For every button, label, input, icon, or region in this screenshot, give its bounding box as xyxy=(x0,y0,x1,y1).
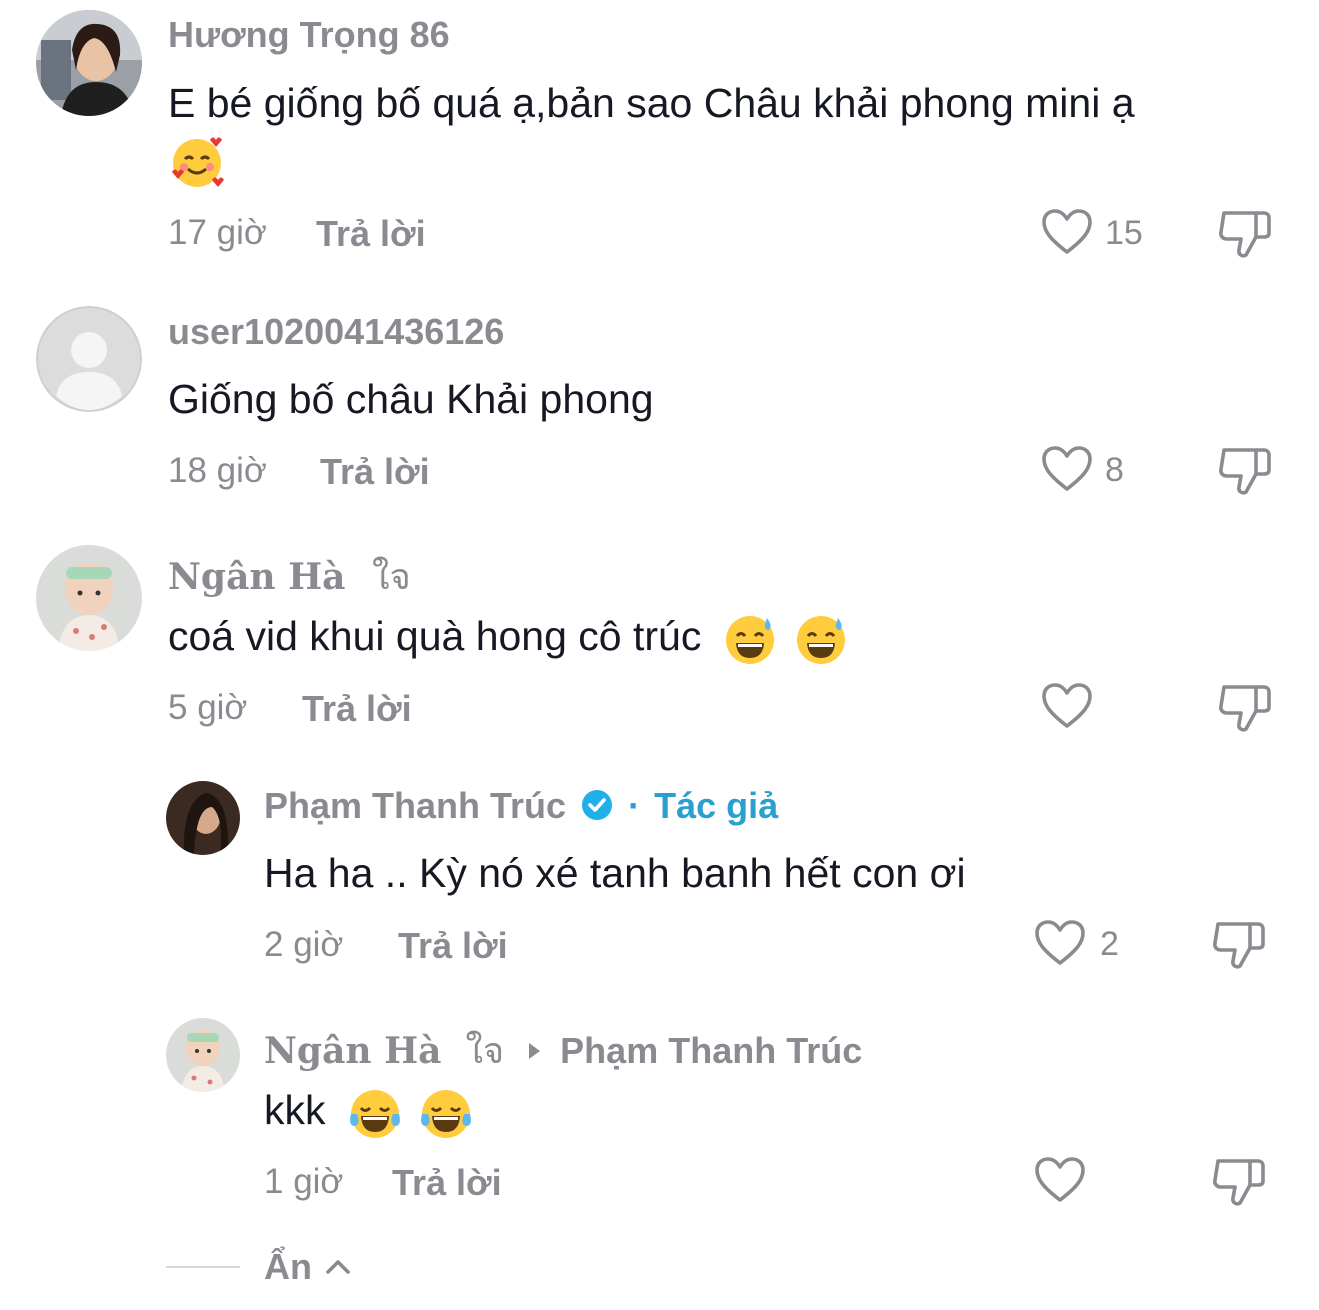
avatar[interactable] xyxy=(36,10,142,116)
dislike-icon xyxy=(1213,922,1265,969)
dislike-icon xyxy=(1219,211,1271,258)
hide-replies-button[interactable]: Ẩn xyxy=(264,1246,352,1288)
reply-time: 1 giờ xyxy=(264,1162,344,1201)
avatar-photo xyxy=(166,1018,240,1092)
reply-text: kkk xyxy=(264,1085,474,1140)
username-suffix: ใจ xyxy=(372,557,411,598)
username-suffix: ใจ xyxy=(465,1031,505,1072)
like-button[interactable] xyxy=(1040,681,1094,736)
comment-username[interactable]: user1020041436126 xyxy=(168,311,504,353)
separator-dot: · xyxy=(628,785,641,826)
dislike-button[interactable] xyxy=(1210,918,1268,977)
comment-text-body: coá vid khui quà hong cô trúc xyxy=(168,613,702,659)
heart-outline-icon xyxy=(1042,209,1092,254)
like-button[interactable] xyxy=(1040,444,1094,499)
reply-to-username[interactable]: Phạm Thanh Trúc xyxy=(560,1030,862,1071)
comment-text: coá vid khui quà hong cô trúc xyxy=(168,611,848,666)
reply-username[interactable]: Ngân Hà xyxy=(264,1030,441,1072)
avatar-photo xyxy=(166,781,240,855)
avatar[interactable] xyxy=(36,545,142,651)
like-button[interactable] xyxy=(1033,1155,1087,1210)
reply-button[interactable]: Trả lời xyxy=(316,213,426,255)
verified-badge-icon xyxy=(582,790,613,820)
like-button[interactable] xyxy=(1040,207,1094,262)
smiling-hearts-emoji xyxy=(168,134,226,197)
avatar-photo xyxy=(36,545,142,651)
reply-button[interactable]: Trả lời xyxy=(392,1162,502,1204)
comment-time: 17 giờ xyxy=(168,213,267,252)
heart-outline-icon xyxy=(1035,920,1085,965)
dislike-button[interactable] xyxy=(1216,444,1274,503)
heart-outline-icon xyxy=(1042,446,1092,491)
tears-of-joy-emoji xyxy=(421,1090,472,1139)
username-text: Ngân Hà xyxy=(168,556,346,598)
avatar[interactable] xyxy=(166,1018,240,1092)
dislike-button[interactable] xyxy=(1216,207,1274,266)
dislike-button[interactable] xyxy=(1210,1155,1268,1214)
avatar-photo xyxy=(36,10,142,116)
dislike-icon xyxy=(1219,685,1271,732)
comment-time: 5 giờ xyxy=(168,688,248,727)
reply-username[interactable]: Phạm Thanh Trúc xyxy=(264,785,566,826)
comment-time: 18 giờ xyxy=(168,451,267,490)
sweat-smile-emoji xyxy=(797,616,846,665)
like-count: 15 xyxy=(1105,214,1143,252)
tears-of-joy-emoji xyxy=(350,1090,400,1139)
dislike-icon xyxy=(1213,1159,1265,1206)
comment-username[interactable]: Ngân Hà ใจ xyxy=(168,548,411,605)
hide-label: Ẩn xyxy=(264,1246,312,1287)
reply-button[interactable]: Trả lời xyxy=(320,451,430,493)
like-count: 2 xyxy=(1100,925,1119,963)
reply-username-row: Phạm Thanh Trúc · Tác giả xyxy=(264,785,778,827)
like-count: 8 xyxy=(1105,451,1124,489)
reply-button[interactable]: Trả lời xyxy=(398,925,508,967)
reply-button[interactable]: Trả lời xyxy=(302,688,412,730)
caret-right-icon xyxy=(529,1043,541,1059)
reply-text-body: kkk xyxy=(264,1087,326,1133)
reply-username-row: Ngân Hà ใจ Phạm Thanh Trúc xyxy=(264,1022,862,1079)
dislike-button[interactable] xyxy=(1216,681,1274,740)
avatar[interactable] xyxy=(36,306,142,412)
reply-text: Ha ha .. Kỳ nó xé tanh banh hết con ơi xyxy=(264,850,966,896)
comment-text: E bé giống bố quá ạ,bản sao Châu khải ph… xyxy=(168,78,1135,128)
default-avatar-icon xyxy=(36,306,142,412)
divider xyxy=(166,1266,240,1268)
avatar[interactable] xyxy=(166,781,240,855)
sweat-smile-emoji xyxy=(725,616,774,665)
comment-text-body: E bé giống bố quá ạ,bản sao Châu khải ph… xyxy=(168,80,1135,126)
comment-username[interactable]: Hương Trọng 86 xyxy=(168,14,450,56)
chevron-up-icon xyxy=(326,1260,350,1274)
heart-outline-icon xyxy=(1035,1157,1085,1202)
dislike-icon xyxy=(1219,448,1271,495)
like-button[interactable] xyxy=(1033,918,1087,973)
heart-outline-icon xyxy=(1042,683,1092,728)
reply-time: 2 giờ xyxy=(264,925,344,964)
comment-text: Giống bố châu Khải phong xyxy=(168,376,654,422)
author-tag: Tác giả xyxy=(654,785,779,826)
